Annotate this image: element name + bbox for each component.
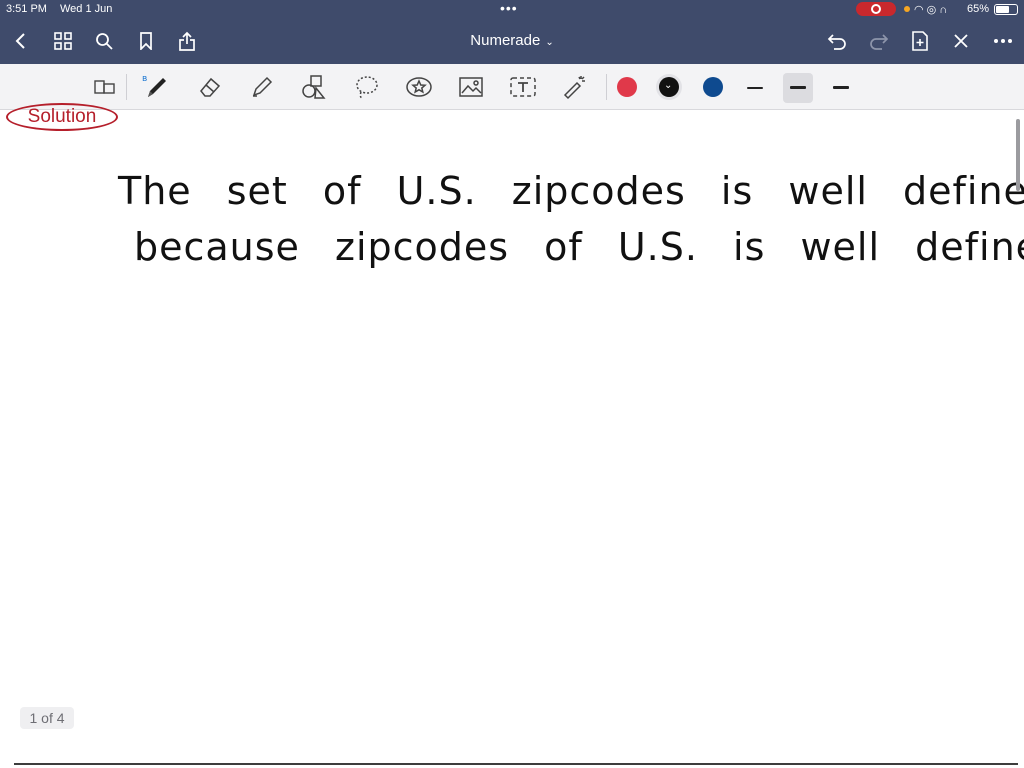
status-date: Wed 1 Jun [60, 3, 113, 15]
battery-icon [994, 4, 1018, 15]
battery-percent: 65% [967, 3, 990, 15]
vertical-scrollbar[interactable] [1016, 119, 1020, 191]
toolbar-divider [606, 74, 607, 100]
drawing-toolbar: ʙ ⌄ [0, 64, 1024, 110]
lasso-icon[interactable] [353, 73, 381, 101]
share-icon[interactable] [174, 28, 200, 54]
grid-icon[interactable] [50, 28, 76, 54]
wifi-icon: ◠ ◎ ∩ [914, 4, 948, 16]
close-icon[interactable] [948, 28, 974, 54]
note-page[interactable]: Solution The set of U.S. zipcodes is wel… [0, 103, 1024, 768]
add-page-icon[interactable] [907, 28, 933, 54]
chevron-down-icon: ⌄ [664, 80, 673, 91]
multitasking-dots-icon[interactable]: ••• [500, 1, 518, 15]
handwritten-line-1: The set of U.S. zipcodes is well defined [118, 169, 1024, 213]
toolbar-divider [126, 74, 127, 100]
document-title-text[interactable]: Numerade [470, 32, 540, 49]
top-bar: 3:51 PM Wed 1 Jun ••• ◠ ◎ ∩ 65% Numerade… [0, 0, 1024, 64]
back-icon[interactable] [8, 28, 34, 54]
stroke-thick-line [833, 86, 849, 89]
bookmark-icon[interactable] [133, 28, 159, 54]
solution-badge: Solution [6, 103, 118, 131]
screen-recording-icon[interactable] [856, 2, 896, 16]
status-time: 3:51 PM [6, 3, 47, 15]
handwritten-line-2: because zipcodes of U.S. is well defined [134, 225, 1024, 269]
stroke-width-medium[interactable] [783, 73, 813, 103]
page-bottom-divider [14, 763, 1018, 765]
stroke-width-thick[interactable] [826, 73, 856, 103]
laser-pointer-icon[interactable] [561, 73, 589, 101]
color-swatch-black-selected[interactable]: ⌄ [659, 77, 679, 97]
mic-in-use-indicator [904, 6, 910, 12]
pen-icon[interactable]: ʙ [142, 73, 170, 101]
image-icon[interactable] [457, 73, 485, 101]
highlighter-icon[interactable] [248, 73, 276, 101]
page-indicator: 1 of 4 [20, 707, 74, 729]
undo-icon[interactable] [824, 28, 850, 54]
svg-text:ʙ: ʙ [142, 74, 147, 84]
shapes-icon[interactable] [300, 73, 328, 101]
sticker-icon[interactable] [405, 73, 433, 101]
chevron-down-icon[interactable]: ⌄ [545, 37, 553, 48]
text-icon[interactable] [509, 73, 537, 101]
reader-icon[interactable] [91, 73, 119, 101]
search-icon[interactable] [91, 28, 117, 54]
status-bar: 3:51 PM Wed 1 Jun ••• ◠ ◎ ∩ 65% [0, 0, 1024, 18]
color-swatch-blue[interactable] [703, 77, 723, 97]
more-icon[interactable] [990, 28, 1016, 54]
stroke-medium-line [790, 86, 806, 89]
eraser-icon[interactable] [196, 73, 224, 101]
navigation-bar: Numerade ⌄ [0, 18, 1024, 64]
stroke-thin-line [747, 87, 763, 89]
stroke-width-thin[interactable] [740, 73, 770, 103]
color-swatch-red[interactable] [617, 77, 637, 97]
redo-icon[interactable] [866, 28, 892, 54]
